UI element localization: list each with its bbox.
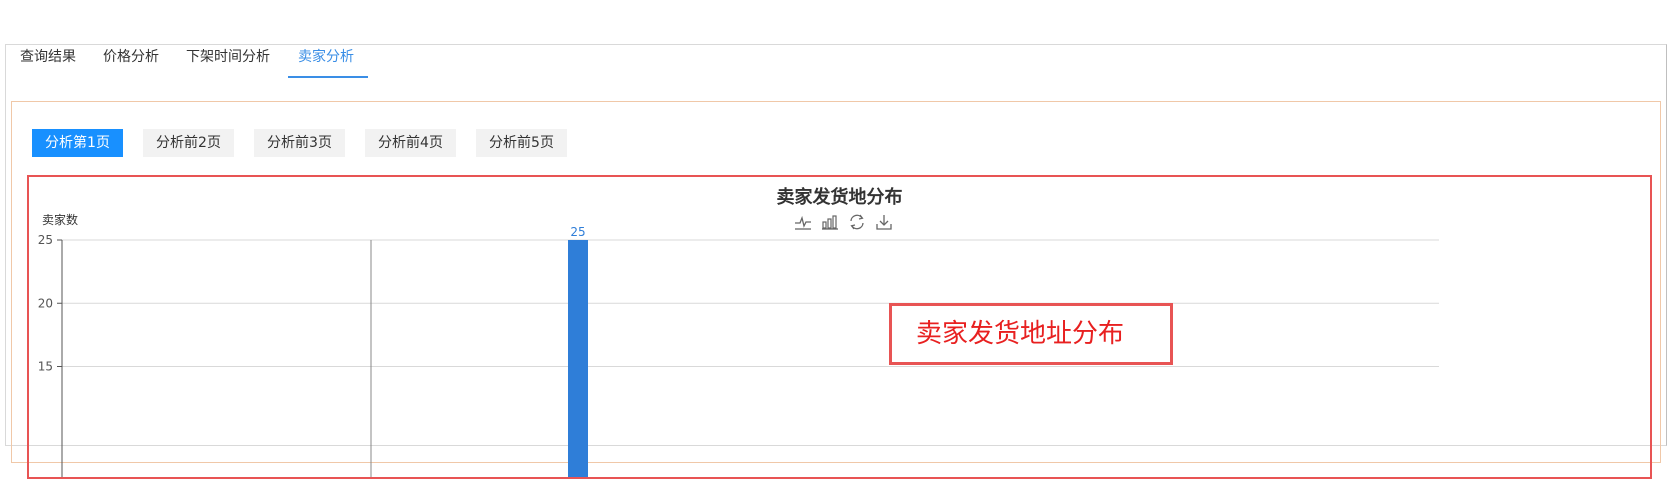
y-tick-label: 15 [38, 360, 53, 374]
bar [568, 240, 588, 477]
analyze-first-2-pages-button[interactable]: 分析前2页 [143, 129, 234, 157]
analyze-first-5-pages-button[interactable]: 分析前5页 [476, 129, 567, 157]
analyze-first-3-pages-button[interactable]: 分析前3页 [254, 129, 345, 157]
analysis-content: 分析第1页 分析前2页 分析前3页 分析前4页 分析前5页 卖家发货地分布 卖家… [11, 101, 1661, 479]
seller-location-chart: 卖家发货地分布 卖家数 15 20 25 25 卖家发货地址分布 [27, 175, 1652, 479]
annotation-callout: 卖家发货地址分布 [889, 303, 1173, 365]
analyze-page-1-button[interactable]: 分析第1页 [32, 129, 123, 157]
seller-analysis-panel: 查询结果 价格分析 下架时间分析 卖家分析 分析第1页 分析前2页 分析前3页 … [5, 44, 1667, 479]
tab-price-analysis[interactable]: 价格分析 [103, 45, 159, 79]
y-tick-label: 20 [38, 296, 53, 310]
chart-plot-area: 15 20 25 25 [38, 225, 1439, 477]
active-tab-indicator [288, 76, 368, 78]
analyze-first-4-pages-button[interactable]: 分析前4页 [365, 129, 456, 157]
tab-bar: 查询结果 价格分析 下架时间分析 卖家分析 [6, 45, 1666, 79]
y-tick-label: 25 [38, 233, 53, 247]
bar-data-label: 25 [570, 225, 585, 239]
tab-delist-time-analysis[interactable]: 下架时间分析 [186, 45, 270, 79]
tab-seller-analysis[interactable]: 卖家分析 [298, 45, 354, 79]
tab-query-results[interactable]: 查询结果 [20, 45, 76, 79]
